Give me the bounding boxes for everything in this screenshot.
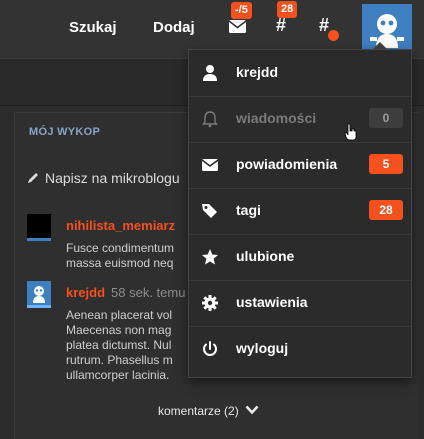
user-icon [203,65,217,81]
menu-item-notifications[interactable]: powiadomienia 5 [189,142,411,189]
menu-item-logout[interactable]: wyloguj [189,326,411,372]
comments-toggle[interactable]: komentarze (2) [158,404,259,418]
menu-item-tags[interactable]: tagi 28 [189,188,411,235]
add-link[interactable]: Dodaj [153,19,195,36]
menu-item-messages[interactable]: wiadomości 0 [189,96,411,143]
avatar-figure-icon [33,286,45,303]
menu-item-label: wyloguj [236,340,289,356]
tags-hash-icon[interactable]: # [276,15,286,36]
tag-icon [202,204,217,218]
star-icon [202,249,218,265]
write-microblog-label: Napisz na mikroblogu [45,170,180,186]
chevron-down-icon [245,405,259,415]
tags-badge: 28 [277,1,298,18]
entry-timestamp: 58 sek. temu [111,285,186,300]
messages-count-badge: 0 [369,108,403,128]
menu-item-label: ustawienia [236,294,308,310]
notification-dot [328,30,339,41]
gear-icon [202,295,218,311]
messages-badge: -/5 [231,2,252,19]
menu-item-label: powiadomienia [236,156,338,172]
entry-avatar[interactable] [27,214,51,241]
menu-item-profile[interactable]: krejdd [189,50,411,97]
pencil-icon [28,173,38,183]
tags-count-badge: 28 [369,200,403,220]
entry-author[interactable]: krejdd 58 sek. temu [66,285,185,300]
menu-item-label: wiadomości [236,110,317,126]
search-link[interactable]: Szukaj [69,19,117,36]
entry-author[interactable]: nihilista_memiarz [66,218,175,233]
user-dropdown-menu: krejdd wiadomości 0 powiadomienia 5 tagi… [188,49,412,378]
menu-item-label: krejdd [236,64,279,80]
envelope-icon [201,159,219,171]
entry-avatar[interactable] [27,281,51,308]
power-icon [203,341,217,356]
menu-item-label: ulubione [236,248,295,264]
menu-item-label: tagi [236,202,261,218]
write-microblog-link[interactable]: Napisz na mikroblogu [27,170,180,186]
hand-cursor-icon [344,123,357,141]
bell-icon [202,111,218,128]
panel-title: MÓJ WYKOP [29,126,101,138]
comments-label: komentarze (2) [158,404,239,418]
menu-item-favorites[interactable]: ulubione [189,234,411,281]
messages-envelope-icon[interactable] [228,20,247,38]
menu-item-settings[interactable]: ustawienia [189,280,411,327]
notifications-count-badge: 5 [369,154,403,174]
